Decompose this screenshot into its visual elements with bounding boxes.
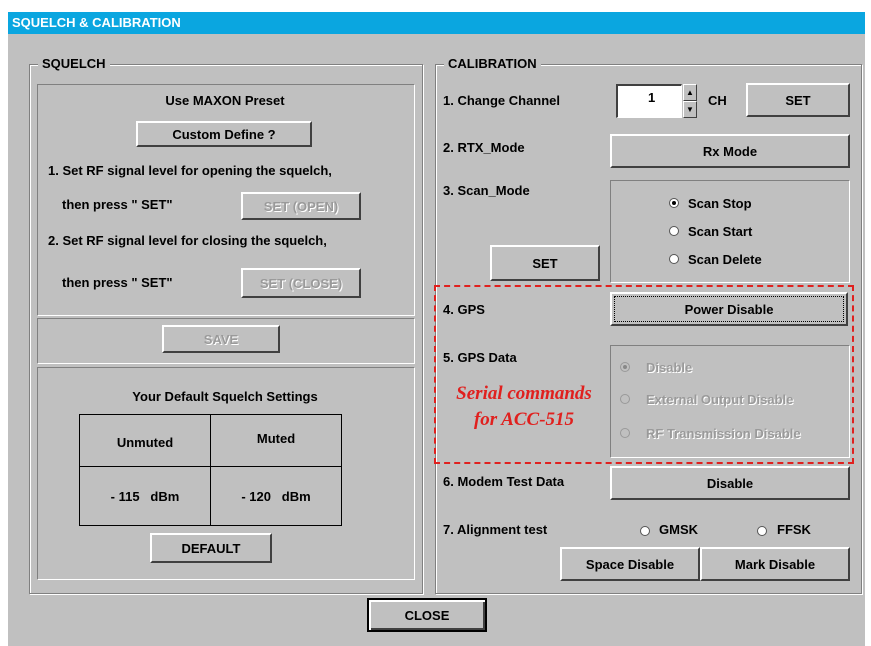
unmuted-value: - 115 dBm xyxy=(79,466,211,526)
channel-input[interactable]: 1 xyxy=(616,84,682,118)
acc515-highlight-box xyxy=(434,285,854,464)
unmuted-header: Unmuted xyxy=(79,414,211,467)
then-press-2-text: then press " SET" xyxy=(62,275,173,290)
title-bar: SQUELCH & CALIBRATION xyxy=(8,12,865,34)
default-button[interactable]: DEFAULT xyxy=(150,533,272,563)
gmsk-label[interactable]: GMSK xyxy=(659,522,698,538)
step2-text: 2. Set RF signal level for closing the s… xyxy=(48,233,327,248)
ch-label: CH xyxy=(708,93,727,108)
set-close-button[interactable]: SET (CLOSE) xyxy=(241,268,361,298)
custom-define-button[interactable]: Custom Define ? xyxy=(136,121,312,147)
rx-mode-button[interactable]: Rx Mode xyxy=(610,134,850,168)
alignment-label: 7. Alignment test xyxy=(443,522,548,537)
set-channel-button[interactable]: SET xyxy=(746,83,850,117)
rtx-mode-label: 2. RTX_Mode xyxy=(443,140,525,155)
scan-delete-label[interactable]: Scan Delete xyxy=(688,252,762,268)
ffsk-label[interactable]: FFSK xyxy=(777,522,811,538)
muted-header: Muted xyxy=(210,414,342,467)
channel-up-button[interactable]: ▲ xyxy=(683,84,697,101)
channel-value: 1 xyxy=(648,90,656,105)
save-button[interactable]: SAVE xyxy=(162,325,280,353)
scan-delete-radio[interactable] xyxy=(669,254,679,264)
scan-stop-label[interactable]: Scan Stop xyxy=(688,196,752,212)
ffsk-radio[interactable] xyxy=(757,526,767,536)
annotation-line1: Serial commands xyxy=(456,383,592,404)
space-disable-button[interactable]: Space Disable xyxy=(560,547,700,581)
default-title: Your Default Squelch Settings xyxy=(132,389,318,404)
scan-start-radio[interactable] xyxy=(669,226,679,236)
modem-test-label: 6. Modem Test Data xyxy=(443,474,565,489)
step1-text: 1. Set RF signal level for opening the s… xyxy=(48,163,332,178)
scan-mode-label: 3. Scan_Mode xyxy=(443,183,530,198)
change-channel-label: 1. Change Channel xyxy=(443,93,561,108)
muted-value: - 120 dBm xyxy=(210,466,342,526)
window-title: SQUELCH & CALIBRATION xyxy=(12,15,181,30)
channel-down-button[interactable]: ▼ xyxy=(683,101,697,118)
arrow-up-icon: ▲ xyxy=(686,88,694,97)
modem-disable-button[interactable]: Disable xyxy=(610,466,850,500)
scan-start-label[interactable]: Scan Start xyxy=(688,224,752,240)
preset-title: Use MAXON Preset xyxy=(165,93,285,108)
squelch-legend: SQUELCH xyxy=(38,57,110,71)
arrow-down-icon: ▼ xyxy=(686,105,694,114)
close-button[interactable]: CLOSE xyxy=(367,598,487,632)
mark-disable-button[interactable]: Mark Disable xyxy=(700,547,850,581)
gmsk-radio[interactable] xyxy=(640,526,650,536)
calibration-legend: CALIBRATION xyxy=(444,57,541,71)
then-press-1-text: then press " SET" xyxy=(62,197,173,212)
scan-set-button[interactable]: SET xyxy=(490,245,600,281)
annotation-line2: for ACC-515 xyxy=(473,409,575,430)
scan-stop-radio[interactable] xyxy=(669,198,679,208)
set-open-button[interactable]: SET (OPEN) xyxy=(241,192,361,220)
